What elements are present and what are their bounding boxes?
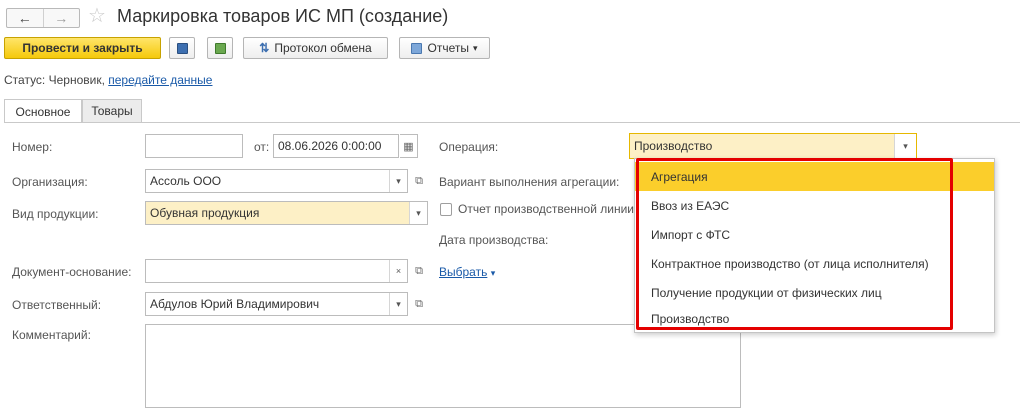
chevron-down-icon[interactable]: ▾ <box>409 202 427 224</box>
post-and-close-button[interactable]: Провести и закрыть <box>4 37 161 59</box>
product-type-field[interactable]: Обувная продукция ▾ <box>145 201 428 225</box>
status-line: Статус: Черновик, передайте данные <box>4 73 212 87</box>
exchange-protocol-label: Протокол обмена <box>274 41 372 55</box>
responsible-label: Ответственный: <box>12 298 102 312</box>
forward-button[interactable]: → <box>42 9 80 27</box>
reports-label: Отчеты <box>427 41 469 55</box>
back-button[interactable]: ← <box>7 9 43 27</box>
tab-goods[interactable]: Товары <box>82 99 142 122</box>
basis-document-label: Документ-основание: <box>12 265 132 279</box>
reports-button[interactable]: Отчеты ▾ <box>399 37 490 59</box>
post-document-icon <box>214 42 226 54</box>
organization-value: Ассоль ООО <box>150 174 222 188</box>
select-basis-link[interactable]: Выбрать ▾ <box>439 265 495 279</box>
report-icon <box>411 42 423 54</box>
comment-label: Комментарий: <box>12 328 91 342</box>
organization-label: Организация: <box>12 175 88 189</box>
select-link-label: Выбрать <box>439 265 488 279</box>
chevron-down-icon: ▾ <box>490 268 496 278</box>
date-input[interactable]: 08.06.2026 0:00:00 <box>273 134 399 158</box>
production-line-checkbox[interactable] <box>440 202 452 216</box>
operation-label: Операция: <box>439 140 499 154</box>
production-line-checkbox-row[interactable]: Отчет производственной линии <box>440 202 634 216</box>
arrow-left-icon: ← <box>17 10 32 26</box>
save-icon <box>176 42 188 54</box>
exchange-protocol-button[interactable]: ⇅ Протокол обмена <box>243 37 388 59</box>
responsible-value: Абдулов Юрий Владимирович <box>150 297 320 311</box>
number-input[interactable] <box>145 134 243 158</box>
post-button[interactable] <box>207 37 233 59</box>
navigation-buttons: ← → <box>6 8 80 28</box>
tab-divider <box>4 122 1020 123</box>
operation-field[interactable]: Производство ▾ <box>629 133 917 159</box>
send-data-link[interactable]: передайте данные <box>108 73 212 87</box>
chevron-down-icon[interactable]: ▾ <box>389 170 407 192</box>
chevron-down-icon[interactable]: ▾ <box>389 293 407 315</box>
calendar-icon[interactable]: ▦ <box>400 134 418 158</box>
chevron-down-icon: ▾ <box>472 42 478 53</box>
tab-main[interactable]: Основное <box>4 99 82 123</box>
open-link-icon[interactable]: ⧉ <box>410 169 428 193</box>
chevron-down-icon[interactable]: ▾ <box>894 134 916 158</box>
page-title: Маркировка товаров ИС МП (создание) <box>117 6 449 26</box>
production-line-label: Отчет производственной линии <box>457 202 634 216</box>
basis-document-field[interactable]: × <box>145 259 408 283</box>
organization-field[interactable]: Ассоль ООО ▾ <box>145 169 408 193</box>
save-button[interactable] <box>169 37 195 59</box>
date-prefix-label: от: <box>254 140 270 154</box>
open-link-icon[interactable]: ⧉ <box>410 259 428 283</box>
comment-textarea[interactable] <box>145 324 741 408</box>
operation-value: Производство <box>634 139 713 153</box>
aggregation-variant-label: Вариант выполнения агрегации: <box>439 175 620 189</box>
production-date-label: Дата производства: <box>439 233 549 247</box>
open-link-icon[interactable]: ⧉ <box>410 292 428 316</box>
exchange-icon: ⇅ <box>259 41 270 55</box>
star-icon[interactable]: ☆ <box>88 6 106 26</box>
product-type-label: Вид продукции: <box>12 207 99 221</box>
highlight-frame <box>636 158 953 330</box>
status-text: Статус: Черновик, <box>4 73 109 87</box>
arrow-right-icon: → <box>54 10 69 26</box>
number-label: Номер: <box>12 140 53 154</box>
product-type-value: Обувная продукция <box>150 206 260 220</box>
clear-icon[interactable]: × <box>389 260 407 282</box>
responsible-field[interactable]: Абдулов Юрий Владимирович ▾ <box>145 292 408 316</box>
